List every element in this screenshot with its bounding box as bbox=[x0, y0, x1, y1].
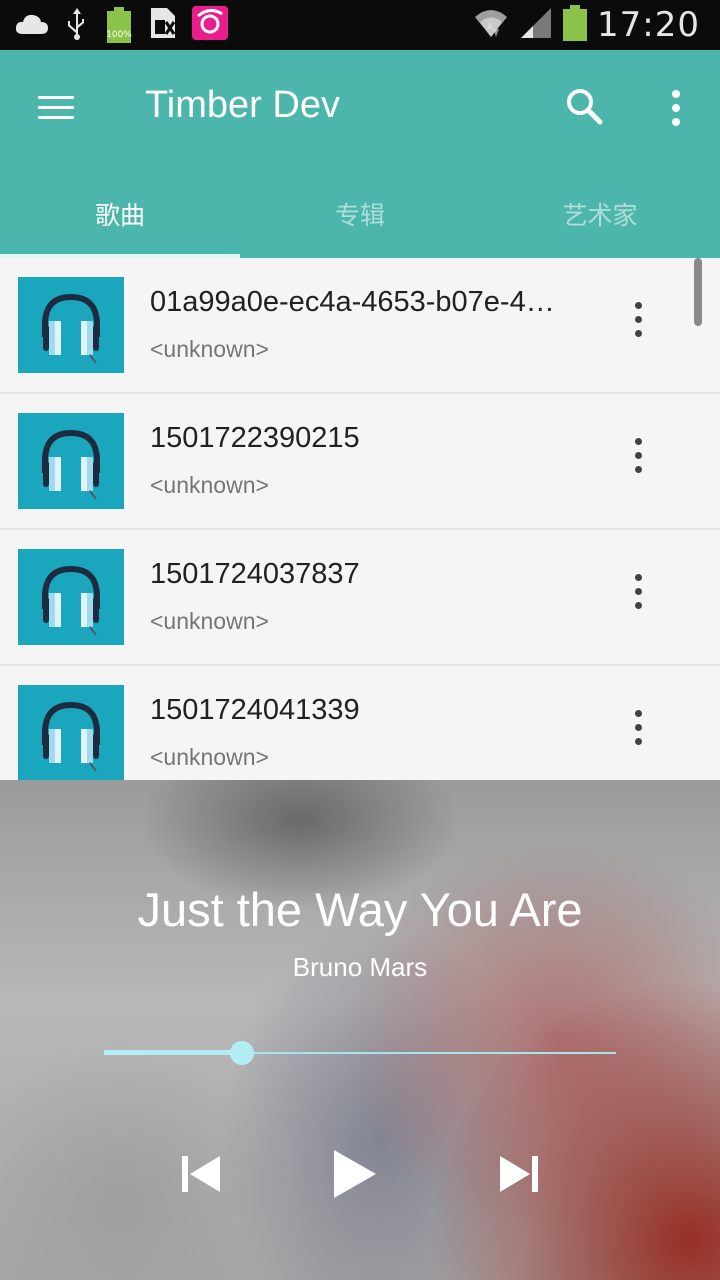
more-vert-icon bbox=[616, 302, 660, 337]
headphones-icon bbox=[42, 293, 100, 364]
tab-bar: 歌曲 专辑 艺术家 bbox=[0, 170, 720, 258]
album-art bbox=[18, 277, 124, 373]
previous-button[interactable] bbox=[176, 1146, 226, 1202]
album-art bbox=[18, 685, 124, 780]
next-button[interactable] bbox=[494, 1146, 544, 1202]
song-artist: <unknown> bbox=[150, 608, 269, 634]
song-title: 1501722390215 bbox=[150, 422, 360, 454]
song-title: 1501724041339 bbox=[150, 694, 360, 726]
battery-percent-label: 100% bbox=[106, 30, 132, 40]
song-options-button[interactable] bbox=[616, 438, 660, 486]
status-bar: 100% 17:20 bbox=[0, 0, 720, 50]
tab-artists[interactable]: 艺术家 bbox=[480, 170, 720, 258]
now-playing-title: Just the Way You Are bbox=[137, 883, 583, 936]
song-artist: <unknown> bbox=[150, 336, 269, 362]
hamburger-menu-icon bbox=[38, 96, 74, 99]
wifi-icon bbox=[473, 7, 509, 44]
app-notification-icon bbox=[192, 5, 228, 45]
battery-icon bbox=[563, 4, 588, 46]
tab-albums[interactable]: 专辑 bbox=[240, 170, 480, 258]
headphones-icon bbox=[42, 701, 100, 772]
seek-bar[interactable] bbox=[104, 1038, 616, 1068]
clock: 17:20 bbox=[597, 5, 700, 45]
menu-button[interactable] bbox=[30, 86, 82, 130]
weather-cloud-icon bbox=[14, 10, 50, 41]
headphones-icon bbox=[42, 565, 100, 636]
song-artist: <unknown> bbox=[150, 472, 269, 498]
more-vert-icon bbox=[616, 574, 660, 609]
app-title: Timber Dev bbox=[145, 84, 340, 126]
app-bar: Timber Dev 歌曲 专辑 艺术家 bbox=[0, 50, 720, 258]
song-options-button[interactable] bbox=[616, 302, 660, 350]
song-options-button[interactable] bbox=[616, 574, 660, 622]
status-bar-notifications: 100% bbox=[14, 5, 228, 45]
now-playing-artist: Bruno Mars bbox=[292, 952, 428, 982]
signal-icon bbox=[519, 6, 553, 45]
song-artist: <unknown> bbox=[150, 744, 269, 770]
song-title: 01a99a0e-ec4a-4653-b07e-4… bbox=[150, 286, 555, 318]
headphones-icon bbox=[42, 429, 100, 500]
seek-progress bbox=[104, 1050, 243, 1055]
album-art bbox=[18, 549, 124, 645]
battery-full-icon: 100% bbox=[104, 7, 134, 43]
play-button[interactable] bbox=[330, 1146, 380, 1202]
list-scrollbar[interactable] bbox=[694, 258, 702, 326]
sim-card-icon bbox=[148, 6, 178, 45]
search-button[interactable] bbox=[560, 82, 608, 130]
song-row[interactable]: 1501724041339 <unknown> bbox=[0, 666, 720, 780]
song-list[interactable]: 01a99a0e-ec4a-4653-b07e-4… <unknown> 150… bbox=[0, 258, 720, 780]
album-art bbox=[18, 413, 124, 509]
skip-previous-icon bbox=[182, 1156, 220, 1192]
song-title: 1501724037837 bbox=[150, 558, 360, 590]
more-vert-icon bbox=[672, 90, 680, 132]
song-row[interactable]: 01a99a0e-ec4a-4653-b07e-4… <unknown> bbox=[0, 258, 720, 394]
skip-next-icon bbox=[500, 1156, 538, 1192]
song-row[interactable]: 1501724037837 <unknown> bbox=[0, 530, 720, 666]
song-options-button[interactable] bbox=[616, 710, 660, 758]
seek-thumb[interactable] bbox=[230, 1041, 255, 1065]
overflow-menu-button[interactable] bbox=[656, 82, 696, 130]
now-playing-panel[interactable]: Just the Way You Are Bruno Mars bbox=[0, 780, 720, 1280]
song-row[interactable]: 1501722390215 <unknown> bbox=[0, 394, 720, 530]
more-vert-icon bbox=[616, 438, 660, 473]
usb-icon bbox=[64, 6, 90, 45]
search-icon bbox=[567, 89, 603, 125]
tab-songs[interactable]: 歌曲 bbox=[0, 170, 240, 258]
play-icon bbox=[334, 1150, 376, 1198]
status-bar-system: 17:20 bbox=[473, 4, 700, 46]
more-vert-icon bbox=[616, 710, 660, 745]
